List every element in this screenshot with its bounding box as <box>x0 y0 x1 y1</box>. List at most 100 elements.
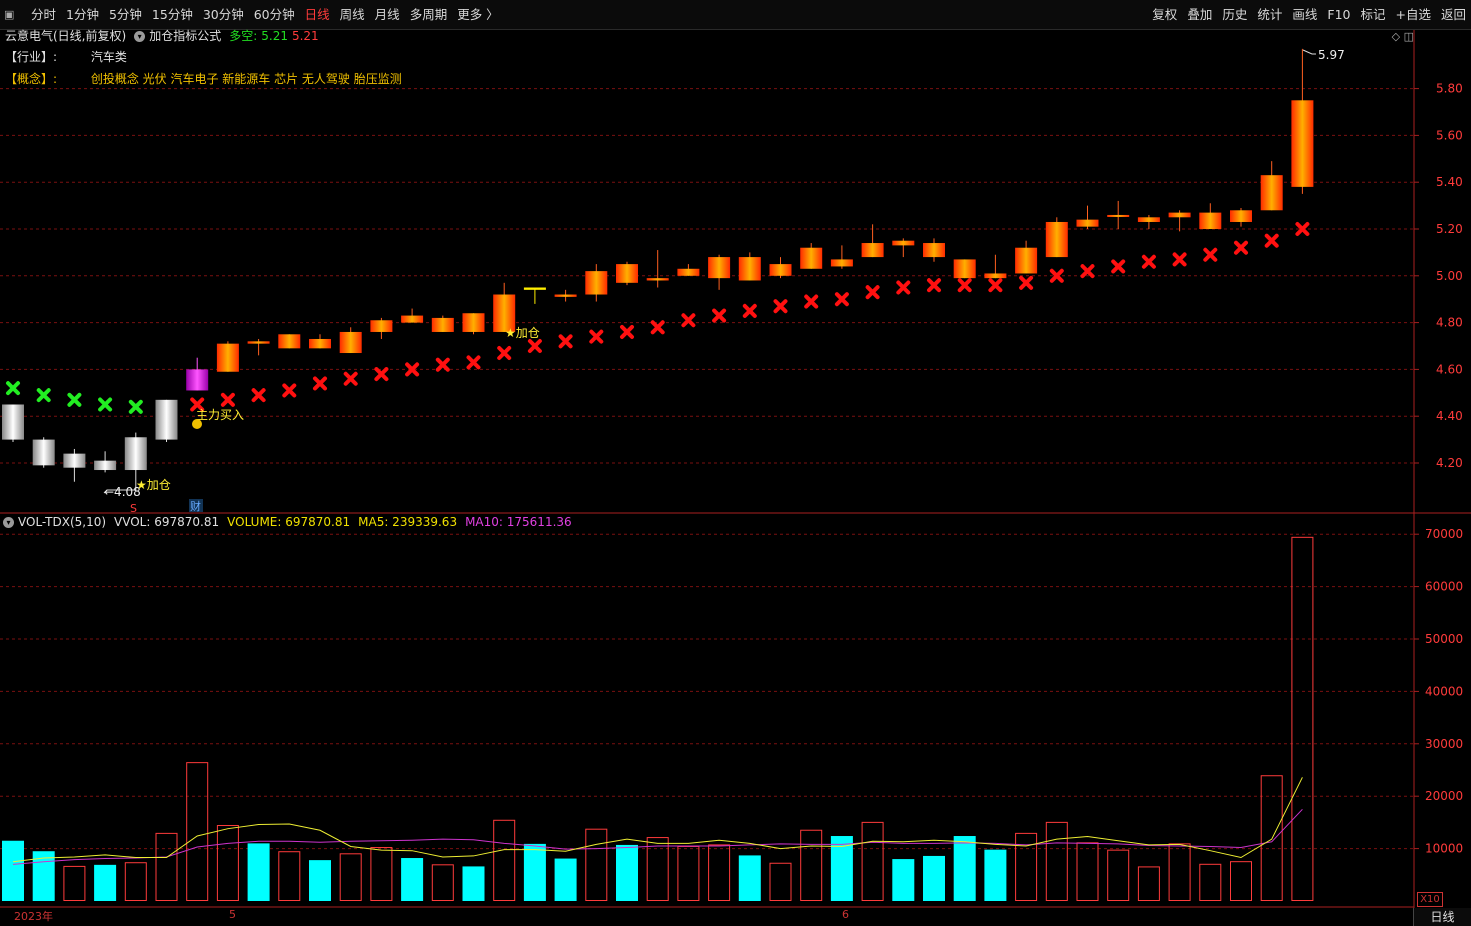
candle-body <box>523 287 546 290</box>
candle-body <box>892 240 915 246</box>
volume-tick-label: 60000 <box>1425 580 1463 594</box>
candle-body <box>309 338 331 349</box>
price-tick-label: 5.40 <box>1436 175 1463 189</box>
volume-bar <box>1199 863 1222 902</box>
volume-bar <box>278 851 301 901</box>
price-tick-label: 4.20 <box>1436 456 1463 470</box>
candle-body <box>370 320 393 332</box>
volume-bar <box>1015 832 1038 902</box>
concept-row: 【概念】: 创投概念 光伏 汽车电子 新能源车 芯片 无人驾驶 胎压监测 <box>5 70 402 88</box>
volume-tick-label: 40000 <box>1425 684 1463 698</box>
candle-body <box>1076 219 1099 227</box>
long-short-value-2: 5.21 <box>291 29 319 43</box>
volume-bar <box>769 862 792 901</box>
volume-bar <box>339 853 362 901</box>
volume-tick-label: 70000 <box>1425 527 1463 541</box>
candle-body <box>186 369 209 391</box>
industry-key: 【行业】: <box>5 50 58 64</box>
candle-body <box>63 453 86 468</box>
candle-body <box>738 257 761 281</box>
candle-body <box>677 268 700 276</box>
candle-body <box>1107 214 1130 217</box>
candle-body <box>339 331 362 354</box>
volume-bar <box>94 864 117 901</box>
candle-body <box>585 271 608 295</box>
candle-body <box>1260 175 1283 211</box>
volume-bar <box>1230 861 1252 902</box>
candle-body <box>216 343 239 372</box>
volume-bar <box>247 843 270 901</box>
diamond-icon[interactable]: ◇ <box>1392 30 1400 43</box>
candle-body <box>32 439 55 466</box>
candle-body <box>431 317 454 332</box>
candle-body <box>984 273 1007 279</box>
date-label-may: 5 <box>229 908 236 921</box>
candle-body <box>830 259 853 267</box>
volume-bar <box>2 840 24 901</box>
concept-value: 创投概念 光伏 汽车电子 新能源车 芯片 无人驾驶 胎压监测 <box>90 72 402 86</box>
volume-bar <box>923 855 945 901</box>
candle-body <box>1199 212 1222 229</box>
add-position-label: ★加仓 <box>136 478 171 492</box>
volume-bar <box>401 858 424 901</box>
price-tick-label: 5.20 <box>1436 222 1463 236</box>
volume-bar <box>1168 843 1191 901</box>
kline-chart[interactable]: 4.20 4.40 4.60 4.80 5.00 5.20 5.40 5.60 5.80 100… <box>0 0 1471 926</box>
price-tick-label: 5.00 <box>1436 269 1463 283</box>
period-indicator: 日线 <box>1413 908 1471 926</box>
volume-bar <box>493 819 516 902</box>
volume-bar <box>616 844 638 901</box>
ma5-value: MA5: 239339.63 <box>358 515 458 529</box>
candle-body <box>124 437 147 471</box>
long-short-value-1: 5.21 <box>261 29 288 43</box>
volume-bar <box>1137 866 1160 902</box>
ma10-line <box>12 808 1303 865</box>
volume-tick-label: 20000 <box>1425 789 1463 803</box>
volume-bar <box>216 825 239 902</box>
price-tick-label: 5.80 <box>1436 82 1463 96</box>
industry-row: 【行业】: 汽车类 <box>5 48 127 66</box>
candle-body <box>1015 247 1038 274</box>
panel-toggle-icon[interactable]: ◫ <box>1404 30 1414 43</box>
volume-bar <box>523 843 546 901</box>
candle-body <box>616 264 638 283</box>
candle-body <box>94 460 117 471</box>
volume-bar <box>186 762 209 902</box>
candle-body <box>1168 212 1191 218</box>
high-price-label: 5.97 <box>1318 48 1345 62</box>
candle-body <box>155 399 178 440</box>
candle-body <box>769 264 792 276</box>
vol-indicator-name[interactable]: VOL-TDX(5,10) <box>18 514 106 530</box>
stock-title: 云意电气(日线,前复权) <box>5 29 127 43</box>
formula-name[interactable]: 加仓指标公式 <box>149 28 221 44</box>
long-short-label: 多空: <box>229 29 258 43</box>
chart-title-bar: 云意电气(日线,前复权) ▾ 加仓指标公式 多空: 5.21 5.21 <box>0 28 319 44</box>
x10-scale-label: X10 <box>1417 892 1443 907</box>
volume-bar <box>124 862 147 901</box>
candle-body <box>247 341 270 344</box>
concept-key: 【概念】: <box>5 72 58 86</box>
volume-bar <box>830 836 853 901</box>
price-tick-label: 5.60 <box>1436 128 1463 142</box>
volume-bar <box>953 836 976 901</box>
date-label-year: 2023年 <box>14 910 53 923</box>
add-position-label: ★加仓 <box>505 326 540 340</box>
candle-body <box>278 334 301 349</box>
volume-bar <box>585 828 608 901</box>
volume-bar <box>738 855 761 901</box>
volume-bar <box>431 864 454 902</box>
volume-bar <box>554 858 577 901</box>
formula-dropdown-icon[interactable]: ▾ <box>134 30 146 42</box>
volume-dropdown-icon[interactable]: ▾ <box>3 516 14 528</box>
industry-value: 汽车类 <box>90 50 127 64</box>
chart-corner-icons: ◇ ◫ <box>1392 30 1414 43</box>
volume-bar <box>1076 842 1099 902</box>
volume-bar <box>155 832 178 902</box>
candle-body <box>923 243 945 258</box>
candle-body <box>554 294 577 297</box>
volume-bar <box>892 859 915 901</box>
candle-body <box>462 313 485 332</box>
vvol-value: VVOL: 697870.81 <box>114 515 220 529</box>
price-tick-label: 4.60 <box>1436 362 1463 376</box>
volume-bar <box>63 865 86 902</box>
